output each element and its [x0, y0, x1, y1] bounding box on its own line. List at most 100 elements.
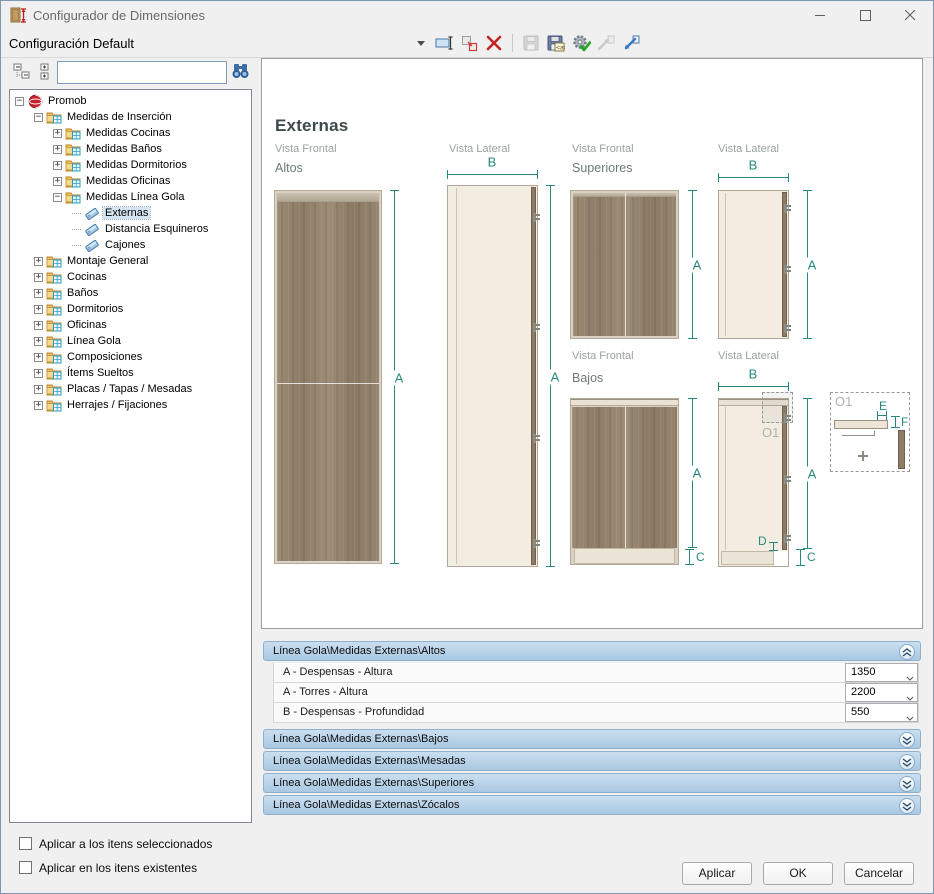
panel-title: Línea Gola\Medidas Externas\Zócalos	[273, 799, 460, 811]
tree-item-label[interactable]: Placas / Tapas / Mesadas	[65, 383, 194, 395]
panel-header-4[interactable]: Línea Gola\Medidas Externas\Zócalos	[263, 795, 921, 815]
title-bar[interactable]: Configurador de Dimensiones	[1, 1, 933, 29]
tree-item-label[interactable]: Composiciones	[65, 351, 144, 363]
expand-node-icon[interactable]: +	[53, 177, 62, 186]
tree-item-label[interactable]: Ítems Sueltos	[65, 367, 136, 379]
checkbox-apply-existing[interactable]	[19, 861, 32, 874]
tree-item-label[interactable]: Cocinas	[65, 271, 109, 283]
tree-item-montaje-general[interactable]: + Montaje General	[10, 253, 251, 269]
tree-item-label[interactable]: Baños	[65, 287, 100, 299]
collapse-panel-button[interactable]	[899, 644, 915, 660]
save-database-icon[interactable]: <a>	[546, 33, 566, 53]
expand-node-icon[interactable]: +	[53, 161, 62, 170]
tree-item-label[interactable]: Distancia Esquineros	[103, 223, 210, 235]
expand-panel-button[interactable]	[899, 798, 915, 814]
tree-item-cajones[interactable]: Cajones	[10, 237, 251, 253]
checkbox-apply-existing-label[interactable]: Aplicar en los itens existentes	[39, 861, 197, 875]
dim-line-c	[689, 549, 690, 565]
hinge-icon	[779, 324, 790, 333]
tree[interactable]: −Promob−Medidas de Inserción+Medidas Coc…	[9, 89, 252, 823]
tree-item-composiciones[interactable]: + Composiciones	[10, 349, 251, 365]
expand-node-icon[interactable]: +	[34, 257, 43, 266]
expand-all-icon[interactable]	[35, 63, 53, 81]
expand-panel-button[interactable]	[899, 754, 915, 770]
tree-item-label[interactable]: Herrajes / Fijaciones	[65, 399, 169, 411]
tree-item-label[interactable]: Medidas Cocinas	[84, 127, 172, 139]
panel-header-3[interactable]: Línea Gola\Medidas Externas\Superiores	[263, 773, 921, 793]
apply-config-icon[interactable]	[571, 33, 591, 53]
tree-item-label[interactable]: Montaje General	[65, 255, 150, 267]
dim-label-b: B	[486, 155, 499, 170]
cancel-button[interactable]: Cancelar	[844, 862, 914, 885]
expand-node-icon[interactable]: +	[34, 321, 43, 330]
collapse-node-icon[interactable]: −	[15, 97, 24, 106]
tree-item-label[interactable]: Promob	[46, 95, 89, 107]
expand-node-icon[interactable]: +	[53, 145, 62, 154]
dimension-value-select[interactable]: 2200	[845, 683, 918, 702]
expand-node-icon[interactable]: +	[34, 289, 43, 298]
ok-button[interactable]: OK	[763, 862, 833, 885]
apply-button[interactable]: Aplicar	[682, 862, 752, 885]
import-config-icon[interactable]	[621, 33, 641, 53]
expand-node-icon[interactable]: +	[34, 353, 43, 362]
tree-item-label[interactable]: Dormitorios	[65, 303, 125, 315]
panel-header-2[interactable]: Línea Gola\Medidas Externas\Mesadas	[263, 751, 921, 771]
superiores-side-cabinet	[718, 190, 789, 339]
tree-item-medidas-baños[interactable]: + Medidas Baños	[10, 141, 251, 157]
maximize-button[interactable]	[843, 1, 888, 29]
expand-node-icon[interactable]: +	[34, 401, 43, 410]
expand-panel-button[interactable]	[899, 732, 915, 748]
expand-node-icon[interactable]: +	[34, 369, 43, 378]
close-button[interactable]	[888, 1, 933, 29]
tree-item-herrajes-fijaciones[interactable]: + Herrajes / Fijaciones	[10, 397, 251, 413]
tree-item-cocinas[interactable]: + Cocinas	[10, 269, 251, 285]
configuration-select[interactable]: Configuración Default	[1, 30, 431, 56]
expand-node-icon[interactable]: +	[53, 129, 62, 138]
checkbox-apply-selected-label[interactable]: Aplicar a los itens seleccionados	[39, 837, 212, 851]
tree-item-dormitorios[interactable]: + Dormitorios	[10, 301, 251, 317]
tree-item-medidas-dormitorios[interactable]: + Medidas Dormitorios	[10, 157, 251, 173]
dimension-value-select[interactable]: 1350	[845, 663, 918, 682]
tree-item-externas[interactable]: Externas	[10, 205, 251, 221]
collapse-all-icon[interactable]	[13, 63, 31, 81]
expand-panel-button[interactable]	[899, 776, 915, 792]
tree-item-línea-gola[interactable]: + Línea Gola	[10, 333, 251, 349]
tree-item-label[interactable]: Medidas Oficinas	[84, 175, 172, 187]
delete-config-icon[interactable]	[484, 33, 504, 53]
tree-item-label[interactable]: Medidas Baños	[84, 143, 164, 155]
expand-node-icon[interactable]: +	[34, 305, 43, 314]
minimize-button[interactable]	[798, 1, 843, 29]
expand-node-icon[interactable]: +	[34, 385, 43, 394]
altos-front-cabinet	[274, 190, 382, 564]
tree-item-medidas-oficinas[interactable]: + Medidas Oficinas	[10, 173, 251, 189]
tree-item-label[interactable]: Oficinas	[65, 319, 109, 331]
dimension-value-select[interactable]: 550	[845, 703, 918, 722]
search-input[interactable]	[57, 61, 227, 84]
tree-item-label[interactable]: Externas	[103, 207, 150, 219]
collapse-node-icon[interactable]: −	[53, 193, 62, 202]
tree-item-ítems-sueltos[interactable]: + Ítems Sueltos	[10, 365, 251, 381]
tree-item-medidas-cocinas[interactable]: + Medidas Cocinas	[10, 125, 251, 141]
tree-item-label[interactable]: Cajones	[103, 239, 147, 251]
tree-item-label[interactable]: Medidas Dormitorios	[84, 159, 189, 171]
tree-item-placas-tapas-mesadas[interactable]: + Placas / Tapas / Mesadas	[10, 381, 251, 397]
copy-config-icon[interactable]	[459, 33, 479, 53]
panel-header-0[interactable]: Línea Gola\Medidas Externas\Altos	[263, 641, 921, 661]
tree-item-promob[interactable]: − Promob	[10, 93, 251, 109]
tree-item-baños[interactable]: + Baños	[10, 285, 251, 301]
tree-item-medidas-de-inserción[interactable]: − Medidas de Inserción	[10, 109, 251, 125]
tree-item-label[interactable]: Línea Gola	[65, 335, 123, 347]
expand-node-icon[interactable]: +	[34, 273, 43, 282]
tree-item-distancia-esquineros[interactable]: Distancia Esquineros	[10, 221, 251, 237]
checkbox-apply-selected[interactable]	[19, 837, 32, 850]
panel-header-1[interactable]: Línea Gola\Medidas Externas\Bajos	[263, 729, 921, 749]
tree-item-label[interactable]: Medidas de Inserción	[65, 111, 174, 123]
collapse-node-icon[interactable]: −	[34, 113, 43, 122]
tree-item-label[interactable]: Medidas Línea Gola	[84, 191, 186, 203]
tree-connector	[72, 245, 81, 246]
tree-item-oficinas[interactable]: + Oficinas	[10, 317, 251, 333]
expand-node-icon[interactable]: +	[34, 337, 43, 346]
binoculars-search-icon[interactable]	[231, 63, 249, 81]
tree-item-medidas-línea-gola[interactable]: − Medidas Línea Gola	[10, 189, 251, 205]
rename-config-icon[interactable]	[434, 33, 454, 53]
